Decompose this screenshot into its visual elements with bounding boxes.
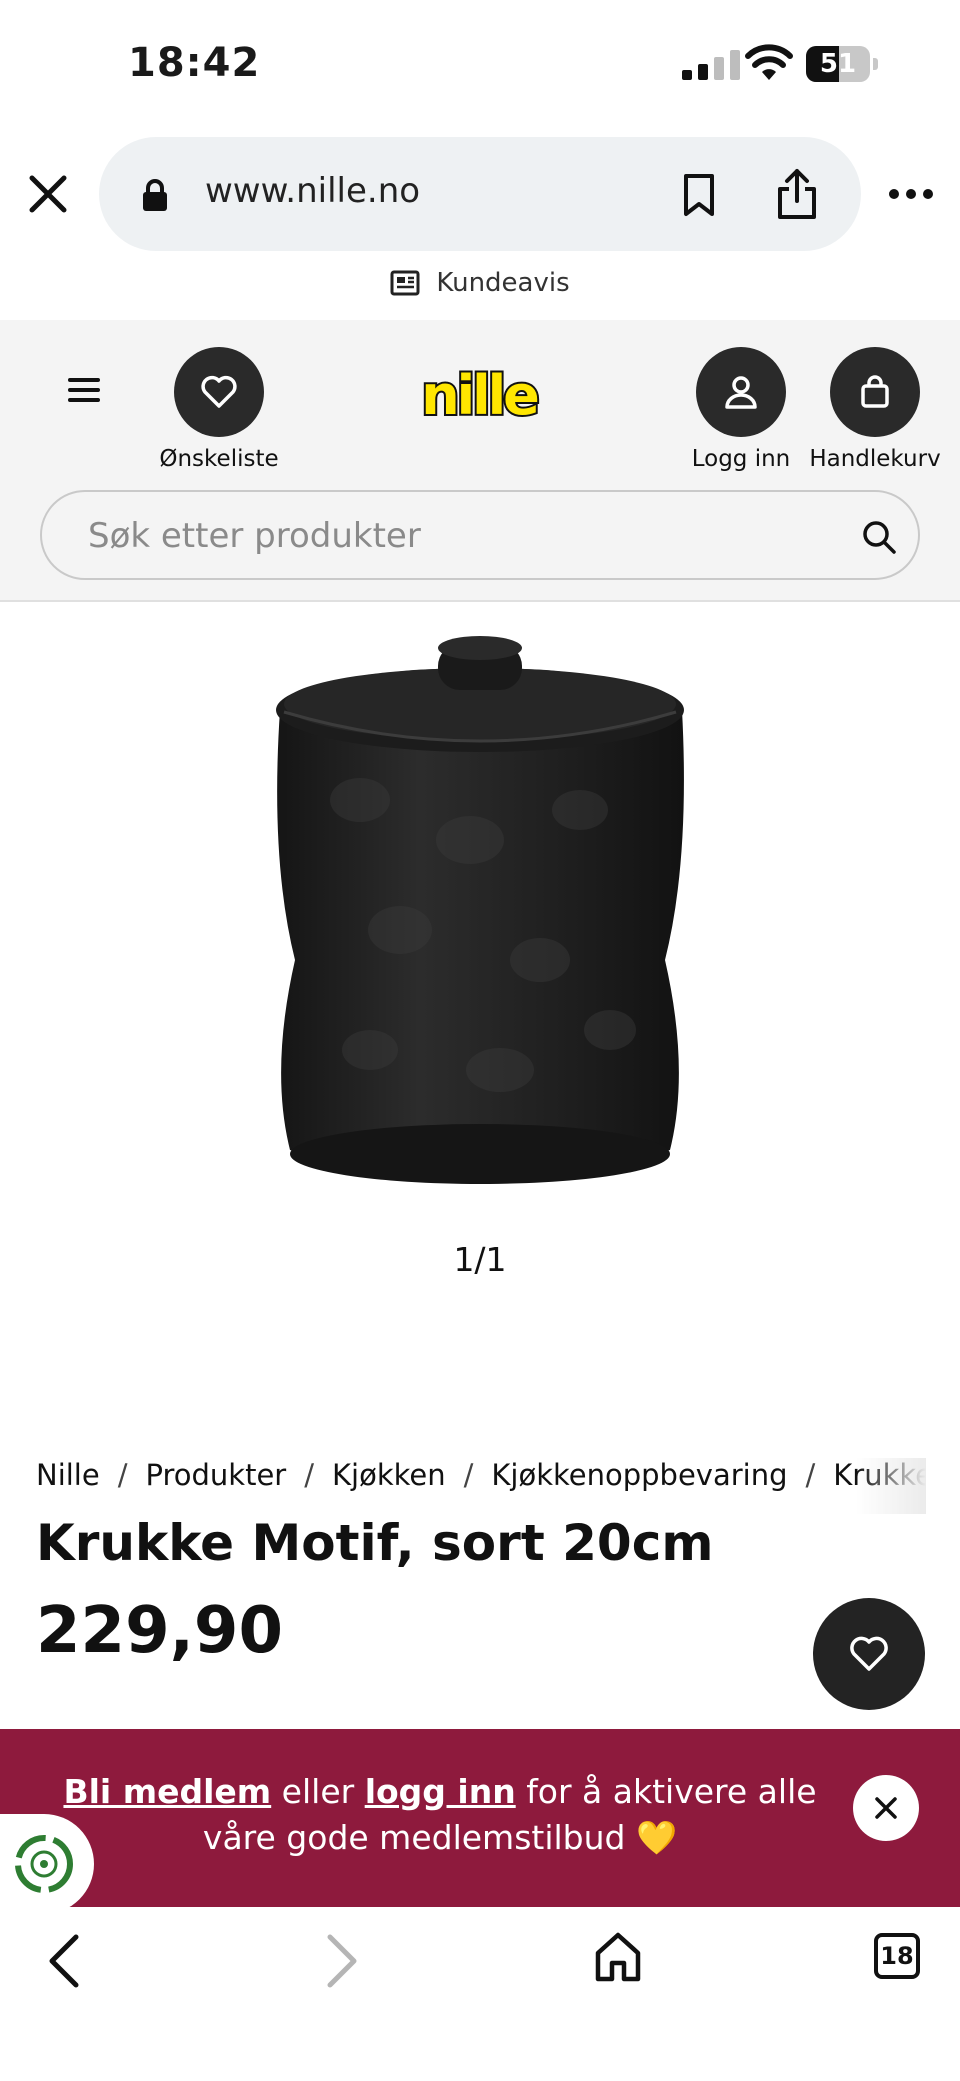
join-member-link[interactable]: Bli medlem — [63, 1772, 271, 1811]
battery-icon: 51 — [806, 46, 878, 82]
product-price: 229,90 — [36, 1594, 283, 1668]
cart-button[interactable] — [830, 347, 920, 437]
browser-bottom-toolbar: 18 — [0, 1907, 960, 2081]
banner-close-button[interactable] — [853, 1775, 919, 1841]
home-icon[interactable] — [594, 1931, 642, 1983]
banner-login-link[interactable]: logg inn — [365, 1772, 516, 1811]
banner-text: Bli medlem eller logg inn for å aktivere… — [40, 1769, 840, 1861]
bookmark-icon[interactable] — [681, 173, 717, 217]
heart-icon — [201, 375, 237, 408]
back-arrow-icon[interactable] — [44, 1933, 84, 1989]
product-title: Krukke Motif, sort 20cm — [36, 1514, 714, 1572]
kundeavis-label: Kundeavis — [436, 268, 570, 298]
breadcrumb-separator: / — [805, 1458, 816, 1492]
breadcrumb-separator: / — [463, 1458, 474, 1492]
breadcrumb-item[interactable]: Nille — [36, 1458, 100, 1492]
cellular-signal-icon — [682, 50, 740, 80]
tabs-button[interactable]: 18 — [874, 1933, 920, 1979]
gallery-pager: 1/1 — [453, 1240, 507, 1279]
url-bar[interactable]: www.nille.no — [99, 137, 861, 251]
share-icon[interactable] — [775, 167, 819, 221]
kundeavis-link[interactable]: Kundeavis — [0, 268, 960, 324]
hamburger-menu-icon[interactable] — [68, 376, 100, 404]
breadcrumb-separator: / — [304, 1458, 315, 1492]
shopping-bag-icon — [861, 375, 889, 408]
search-input[interactable]: Søk etter produkter — [40, 490, 920, 580]
lock-icon — [143, 179, 167, 211]
product-image[interactable] — [250, 630, 710, 1210]
site-header: Ønskeliste nille Logg inn Handlekurv Søk… — [0, 320, 960, 602]
user-icon — [725, 376, 757, 409]
breadcrumb-item[interactable]: Kjøkken — [332, 1458, 446, 1492]
breadcrumb-item[interactable]: Kjøkkenoppbevaring — [491, 1458, 787, 1492]
more-options-icon[interactable] — [888, 180, 934, 208]
login-button[interactable] — [696, 347, 786, 437]
cart-label: Handlekurv — [809, 446, 941, 472]
url-text: www.nille.no — [205, 171, 421, 211]
battery-level: 51 — [819, 49, 857, 79]
status-time: 18:42 — [128, 40, 261, 86]
status-bar: 18:42 51 — [0, 0, 960, 130]
wifi-icon — [745, 44, 793, 80]
search-placeholder: Søk etter produkter — [88, 516, 421, 556]
heart-icon — [850, 1636, 888, 1671]
banner-or-text: eller — [271, 1772, 365, 1811]
nille-logo[interactable]: nille — [412, 362, 546, 432]
breadcrumb: Nille / Produkter / Kjøkken / Kjøkkenoppbevari… — [36, 1458, 926, 1514]
wishlist-button[interactable] — [174, 347, 264, 437]
wishlist-label: Ønskeliste — [159, 446, 279, 472]
forward-arrow-icon[interactable] — [322, 1933, 362, 1989]
add-to-wishlist-button[interactable] — [813, 1598, 925, 1710]
close-icon[interactable] — [24, 170, 72, 218]
search-icon[interactable] — [860, 518, 898, 556]
svg-text:nille: nille — [421, 364, 538, 427]
newspaper-icon — [390, 270, 420, 296]
breadcrumb-separator: / — [117, 1458, 128, 1492]
breadcrumb-item[interactable]: Produkter — [146, 1458, 287, 1492]
breadcrumb-fade — [856, 1458, 926, 1514]
recycle-icon — [15, 1835, 73, 1893]
close-icon — [875, 1797, 897, 1819]
member-banner: Bli medlem eller logg inn for å aktivere… — [0, 1729, 960, 1907]
